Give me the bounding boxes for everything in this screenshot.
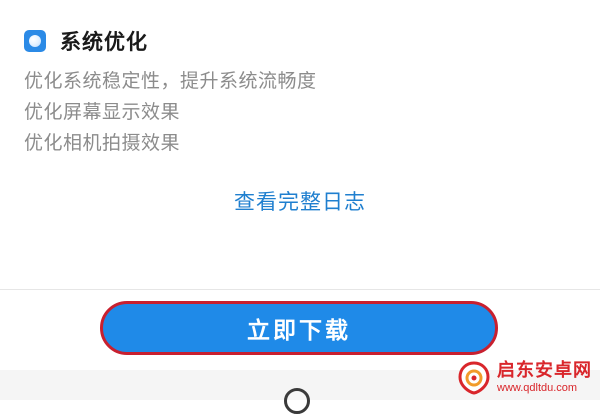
section-header: 系统优化: [24, 26, 148, 56]
system-optimize-icon: [24, 30, 46, 52]
changelog-item: 优化相机拍摄效果: [24, 132, 181, 154]
view-full-log-link[interactable]: 查看完整日志: [0, 186, 600, 216]
download-now-button[interactable]: 立即下载: [100, 301, 498, 355]
divider: [0, 289, 600, 290]
home-circle-icon[interactable]: [284, 388, 310, 414]
watermark-url: www.qdltdu.com: [497, 382, 578, 394]
watermark-logo-icon: [457, 361, 491, 395]
watermark: 启东安卓网 www.qdltdu.com: [457, 358, 592, 398]
changelog-item: 优化屏幕显示效果: [24, 101, 181, 123]
changelog-list: 优化系统稳定性，提升系统流畅度 优化屏幕显示效果 优化相机拍摄效果: [24, 66, 317, 159]
watermark-name: 启东安卓网: [497, 360, 592, 381]
changelog-item: 优化系统稳定性，提升系统流畅度: [24, 70, 317, 92]
section-title: 系统优化: [60, 30, 148, 54]
